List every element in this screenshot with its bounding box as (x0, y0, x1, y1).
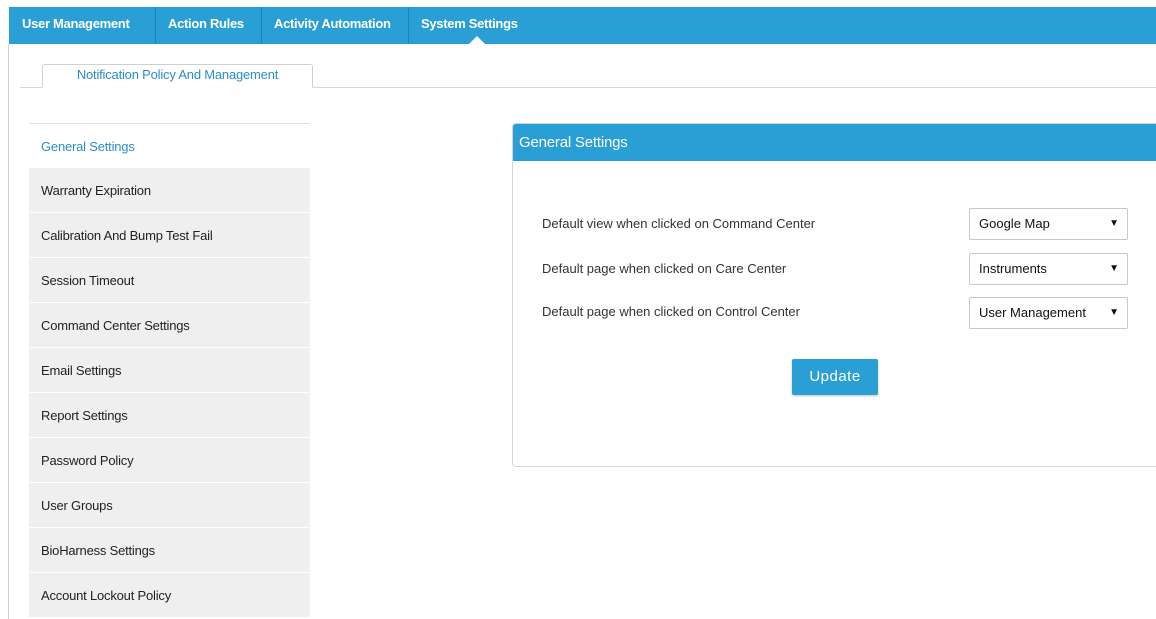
control-center-page-label: Default page when clicked on Control Cen… (542, 304, 800, 319)
sidebar-item-password-policy[interactable]: Password Policy (29, 438, 310, 483)
sidebar-item-calibration-bump-test[interactable]: Calibration And Bump Test Fail (29, 213, 310, 258)
sidebar-item-user-groups[interactable]: User Groups (29, 483, 310, 528)
update-button[interactable]: Update (792, 359, 878, 395)
active-nav-caret-icon (469, 36, 485, 44)
sidebar-item-session-timeout[interactable]: Session Timeout (29, 258, 310, 303)
sidebar-item-account-lockout-policy[interactable]: Account Lockout Policy (29, 573, 310, 618)
sidebar-item-command-center-settings[interactable]: Command Center Settings (29, 303, 310, 348)
nav-user-management[interactable]: User Management (9, 7, 156, 44)
sidebar-item-bioharness-settings[interactable]: BioHarness Settings (29, 528, 310, 573)
tab-notification-policy[interactable]: Notification Policy And Management (42, 64, 313, 88)
chevron-down-icon: ▼ (1109, 263, 1119, 274)
top-nav: User Management Action Rules Activity Au… (9, 7, 1156, 44)
sidebar-item-warranty-expiration[interactable]: Warranty Expiration (29, 168, 310, 213)
chevron-down-icon: ▼ (1109, 307, 1119, 318)
select-value: Google Map (979, 216, 1050, 231)
sidebar-item-general-settings[interactable]: General Settings (29, 123, 310, 168)
control-center-page-select[interactable]: User Management ▼ (969, 297, 1128, 329)
command-center-view-select[interactable]: Google Map ▼ (969, 208, 1128, 240)
command-center-view-label: Default view when clicked on Command Cen… (542, 216, 816, 231)
select-value: Instruments (979, 261, 1047, 276)
care-center-page-select[interactable]: Instruments ▼ (969, 253, 1128, 285)
settings-sidebar: General Settings Warranty Expiration Cal… (29, 123, 310, 618)
nav-action-rules[interactable]: Action Rules (155, 7, 261, 44)
select-value: User Management (979, 305, 1086, 320)
chevron-down-icon: ▼ (1109, 218, 1119, 229)
left-border (8, 44, 9, 619)
care-center-page-label: Default page when clicked on Care Center (542, 261, 787, 276)
sidebar-item-email-settings[interactable]: Email Settings (29, 348, 310, 393)
nav-activity-automation[interactable]: Activity Automation (261, 7, 408, 44)
general-settings-panel: General Settings Default view when click… (512, 123, 1156, 467)
panel-title: General Settings (513, 124, 1156, 161)
sidebar-item-report-settings[interactable]: Report Settings (29, 393, 310, 438)
